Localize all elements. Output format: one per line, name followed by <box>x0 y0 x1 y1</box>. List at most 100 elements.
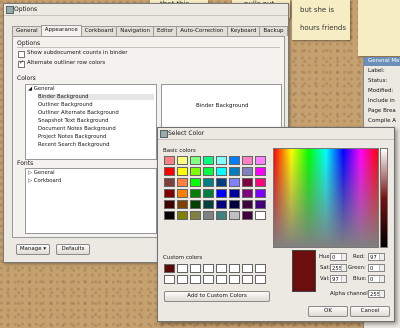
custom-color-swatch[interactable] <box>203 275 214 284</box>
custom-color-swatch[interactable] <box>255 275 266 284</box>
basic-color-swatch[interactable] <box>216 178 227 187</box>
tree-item-general[interactable]: ◢ General <box>28 86 55 92</box>
basic-color-swatch[interactable] <box>216 211 227 220</box>
custom-color-swatch[interactable] <box>229 264 240 273</box>
tab-keyboard[interactable]: Keyboard <box>226 26 261 36</box>
select-color-titlebar[interactable]: Select Color <box>158 128 394 140</box>
basic-color-swatch[interactable] <box>255 200 266 209</box>
basic-color-swatch[interactable] <box>177 211 188 220</box>
red-spinbox[interactable]: 97 <box>368 253 385 261</box>
basic-color-swatch[interactable] <box>177 178 188 187</box>
basic-color-swatch[interactable] <box>216 200 227 209</box>
basic-color-swatch[interactable] <box>190 178 201 187</box>
tree-item-snapshot-background[interactable]: Snapshot Text Background <box>38 118 108 124</box>
basic-color-swatch[interactable] <box>203 200 214 209</box>
cancel-button[interactable]: Cancel <box>350 306 390 317</box>
basic-color-swatch[interactable] <box>190 156 201 165</box>
basic-color-swatch[interactable] <box>255 178 266 187</box>
value-slider[interactable] <box>380 148 388 248</box>
blue-spinbox[interactable]: 0 <box>368 275 385 283</box>
basic-color-swatch[interactable] <box>216 167 227 176</box>
basic-color-swatch[interactable] <box>164 167 175 176</box>
hue-spinbox[interactable]: 0 <box>330 253 347 261</box>
sat-spinbox[interactable]: 255 <box>330 264 347 272</box>
ok-button[interactable]: OK <box>308 306 348 317</box>
tree-item-project-notes-background[interactable]: Project Notes Background <box>38 134 106 140</box>
tab-corkboard[interactable]: Corkboard <box>80 26 118 36</box>
custom-color-swatch[interactable] <box>190 275 201 284</box>
basic-color-swatch[interactable] <box>177 189 188 198</box>
options-titlebar[interactable]: Options <box>4 4 288 16</box>
alpha-spinbox[interactable]: 255 <box>368 290 385 298</box>
basic-color-swatch[interactable] <box>164 211 175 220</box>
tab-editor[interactable]: Editor <box>152 26 178 36</box>
hue-saturation-picker[interactable] <box>273 148 379 248</box>
custom-color-swatch[interactable] <box>216 275 227 284</box>
basic-color-swatch[interactable] <box>177 167 188 176</box>
basic-color-swatch[interactable] <box>190 200 201 209</box>
subdocument-counts-checkbox[interactable] <box>18 51 25 58</box>
tree-item-document-notes-background[interactable]: Document Notes Background <box>38 126 116 132</box>
tab-general[interactable]: General <box>12 26 42 36</box>
colors-tree[interactable]: ◢ General Binder Background Outliner Bac… <box>25 84 157 160</box>
basic-color-swatch[interactable] <box>242 200 253 209</box>
font-tree-item-corkboard[interactable]: ▷ Corkboard <box>28 178 61 184</box>
basic-color-swatch[interactable] <box>255 156 266 165</box>
basic-color-swatch[interactable] <box>255 211 266 220</box>
custom-color-swatch[interactable] <box>177 275 188 284</box>
basic-color-swatch[interactable] <box>242 211 253 220</box>
custom-color-swatch[interactable] <box>255 264 266 273</box>
manage-button[interactable]: Manage ▾ <box>16 244 50 255</box>
basic-color-swatch[interactable] <box>203 189 214 198</box>
alternate-row-colors-checkbox[interactable] <box>18 59 25 68</box>
custom-color-swatch[interactable] <box>177 264 188 273</box>
font-tree-item-general[interactable]: ▷ General <box>28 170 55 176</box>
basic-color-swatch[interactable] <box>190 211 201 220</box>
custom-color-swatch[interactable] <box>203 264 214 273</box>
custom-color-swatch[interactable] <box>229 275 240 284</box>
basic-color-swatch[interactable] <box>216 189 227 198</box>
tree-item-recent-search-background[interactable]: Recent Search Background <box>38 142 109 148</box>
add-to-custom-colors-button[interactable]: Add to Custom Colors <box>164 291 270 302</box>
basic-color-swatch[interactable] <box>229 189 240 198</box>
inspector-include[interactable]: Include in <box>364 96 400 106</box>
basic-color-swatch[interactable] <box>164 178 175 187</box>
basic-color-swatch[interactable] <box>216 156 227 165</box>
basic-color-swatch[interactable] <box>203 211 214 220</box>
basic-color-swatch[interactable] <box>255 189 266 198</box>
tab-navigation[interactable]: Navigation <box>116 26 154 36</box>
basic-color-swatch[interactable] <box>242 178 253 187</box>
tab-appearance[interactable]: Appearance <box>40 25 82 36</box>
basic-color-swatch[interactable] <box>203 167 214 176</box>
custom-color-swatch[interactable] <box>164 264 175 273</box>
basic-color-swatch[interactable] <box>164 189 175 198</box>
custom-color-swatch[interactable] <box>242 264 253 273</box>
fonts-tree[interactable]: ▷ General ▷ Corkboard <box>25 168 157 234</box>
tree-item-binder-background[interactable]: Binder Background <box>38 94 154 100</box>
basic-color-swatch[interactable] <box>242 167 253 176</box>
basic-color-swatch[interactable] <box>229 211 240 220</box>
custom-color-swatch[interactable] <box>242 275 253 284</box>
basic-color-swatch[interactable] <box>242 156 253 165</box>
defaults-button[interactable]: Defaults <box>56 244 90 255</box>
basic-color-swatch[interactable] <box>229 178 240 187</box>
tab-auto-correction[interactable]: Auto-Correction <box>176 26 228 36</box>
custom-color-swatch[interactable] <box>164 275 175 284</box>
basic-color-swatch[interactable] <box>229 156 240 165</box>
basic-color-swatch[interactable] <box>164 156 175 165</box>
basic-color-swatch[interactable] <box>177 156 188 165</box>
index-card[interactable] <box>358 0 400 56</box>
custom-color-swatch[interactable] <box>190 264 201 273</box>
basic-color-swatch[interactable] <box>242 189 253 198</box>
inspector-pagebreak[interactable]: Page Brea <box>364 106 400 116</box>
tree-item-outliner-alt-background[interactable]: Outliner Alternate Background <box>38 110 119 116</box>
basic-color-swatch[interactable] <box>177 200 188 209</box>
green-spinbox[interactable]: 0 <box>368 264 385 272</box>
basic-color-swatch[interactable] <box>229 167 240 176</box>
basic-color-swatch[interactable] <box>255 167 266 176</box>
tree-item-outliner-background[interactable]: Outliner Background <box>38 102 93 108</box>
basic-color-swatch[interactable] <box>203 178 214 187</box>
basic-color-swatch[interactable] <box>164 200 175 209</box>
basic-color-swatch[interactable] <box>190 189 201 198</box>
custom-color-swatch[interactable] <box>216 264 227 273</box>
